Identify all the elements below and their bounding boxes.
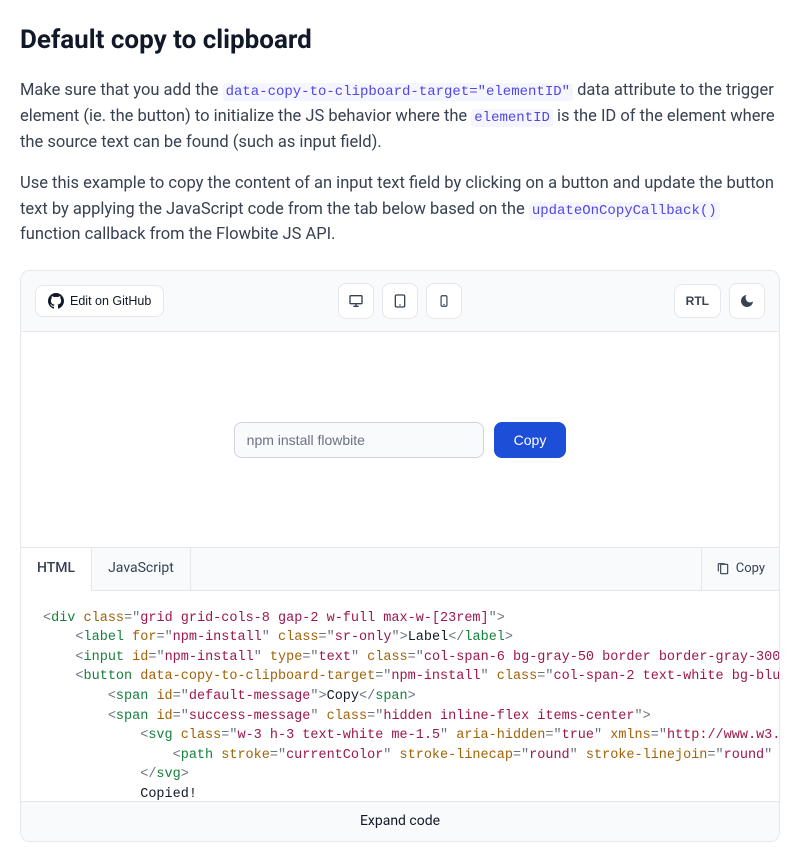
code-block: <div class="grid grid-cols-8 gap-2 w-ful… [21, 591, 779, 801]
npm-install-input[interactable] [234, 422, 484, 458]
text: function callback from the Flowbite JS A… [20, 225, 336, 244]
toolbar-right-group: RTL [674, 283, 765, 319]
text: Make sure that you add the [20, 81, 223, 100]
rtl-toggle-button[interactable]: RTL [674, 284, 721, 318]
mobile-view-button[interactable] [426, 283, 462, 319]
tab-javascript[interactable]: JavaScript [92, 548, 191, 590]
copy-code-label: Copy [736, 559, 765, 579]
tabs-spacer [191, 548, 701, 590]
code-tabs-bar: HTML JavaScript Copy [21, 547, 779, 591]
edit-on-github-button[interactable]: Edit on GitHub [35, 285, 164, 317]
desktop-view-button[interactable] [338, 283, 374, 319]
intro-paragraph-1: Make sure that you add the data-copy-to-… [20, 78, 780, 155]
tab-html[interactable]: HTML [21, 548, 92, 591]
inline-code: data-copy-to-clipboard-target="elementID… [223, 83, 573, 101]
panel-toolbar: Edit on GitHub RTL [21, 271, 779, 332]
inline-code: updateOnCopyCallback() [529, 202, 720, 220]
example-panel: Edit on GitHub RTL [20, 270, 780, 842]
device-toggle-group [338, 283, 462, 319]
section-title: Default copy to clipboard [20, 20, 780, 60]
tablet-view-button[interactable] [382, 283, 418, 319]
moon-icon [739, 293, 755, 309]
dark-mode-button[interactable] [729, 283, 765, 319]
inline-code: elementID [471, 109, 553, 127]
github-icon [48, 293, 64, 309]
clipboard-icon [716, 562, 730, 576]
expand-code-button[interactable]: Expand code [21, 801, 779, 842]
copy-code-button[interactable]: Copy [701, 548, 779, 590]
copy-button[interactable]: Copy [494, 422, 567, 458]
desktop-icon [348, 293, 364, 309]
mobile-icon [437, 294, 451, 308]
github-button-label: Edit on GitHub [70, 294, 151, 308]
demo-preview-area: Copy [21, 332, 779, 547]
intro-paragraph-2: Use this example to copy the content of … [20, 171, 780, 248]
tablet-icon [392, 293, 408, 309]
code-block-wrapper: <div class="grid grid-cols-8 gap-2 w-ful… [21, 591, 779, 842]
